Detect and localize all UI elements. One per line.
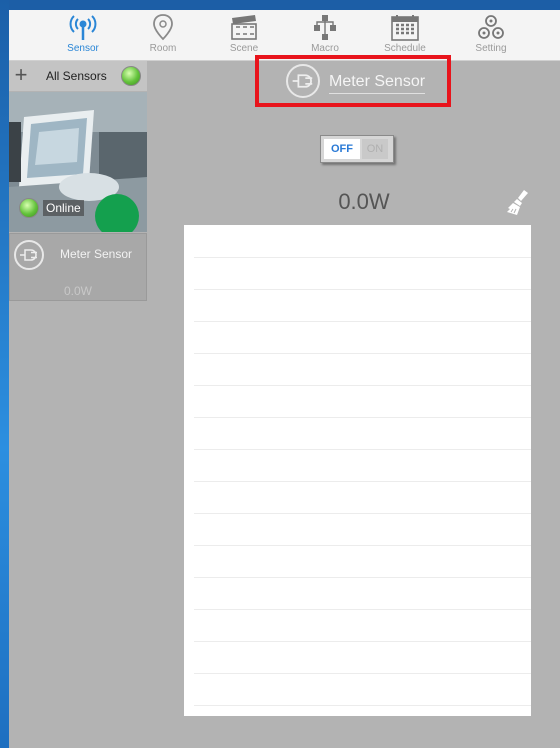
chart-gridline xyxy=(194,641,531,642)
app-window: Sensor Room Scene Macro Schedule Setting… xyxy=(9,10,560,748)
sensor-sidebar: + All Sensors Online Meter Sensor 0.0W xyxy=(9,61,147,301)
chart-gridline xyxy=(194,257,531,258)
clapperboard-icon xyxy=(231,15,257,40)
tab-setting-label: Setting xyxy=(475,43,507,54)
power-chart-area xyxy=(184,225,531,716)
chart-gridline xyxy=(194,513,531,514)
power-toggle-switch[interactable]: OFF ON xyxy=(320,135,394,163)
sensor-item-power: 0.0W xyxy=(63,284,92,298)
calendar-icon xyxy=(391,15,419,41)
flowchart-icon xyxy=(314,15,336,40)
tab-bar: Sensor Room Scene Macro Schedule Setting xyxy=(9,10,560,61)
plug-icon xyxy=(14,240,44,270)
chart-gridline xyxy=(194,577,531,578)
chart-gridline xyxy=(194,321,531,322)
screen-edge-top xyxy=(0,0,560,10)
chart-gridline xyxy=(194,385,531,386)
status-dot-icon xyxy=(121,66,141,86)
chart-gridline xyxy=(194,289,531,290)
all-sensors-label: All Sensors xyxy=(46,69,107,83)
tab-macro-label: Macro xyxy=(311,43,339,54)
toggle-off-label: OFF xyxy=(324,139,360,159)
chart-gridline xyxy=(194,417,531,418)
tab-sensor[interactable]: Sensor xyxy=(43,10,123,60)
chart-gridline xyxy=(194,449,531,450)
tab-room[interactable]: Room xyxy=(123,10,203,60)
chart-gridline xyxy=(194,705,531,706)
tab-room-label: Room xyxy=(149,43,177,54)
tab-schedule[interactable]: Schedule xyxy=(365,10,445,60)
chart-gridline xyxy=(194,545,531,546)
plug-icon xyxy=(286,64,320,98)
chart-gridline xyxy=(194,609,531,610)
radio-antenna-icon xyxy=(69,15,97,40)
chart-gridline xyxy=(194,353,531,354)
map-pin-icon xyxy=(153,14,173,41)
camera-status-label: Online xyxy=(43,200,84,216)
tab-scene-label: Scene xyxy=(229,43,259,54)
chart-gridline xyxy=(194,673,531,674)
sensor-list-item-meter[interactable]: Meter Sensor 0.0W xyxy=(9,233,147,301)
tab-schedule-label: Schedule xyxy=(384,43,426,54)
power-reading: 0.0W xyxy=(338,189,390,214)
brush-clear-icon[interactable] xyxy=(505,188,531,216)
chart-gridline xyxy=(194,481,531,482)
tab-sensor-label: Sensor xyxy=(67,43,99,54)
toggle-on-label: ON xyxy=(362,139,388,159)
screen-edge-left xyxy=(0,0,9,748)
sensor-item-name: Meter Sensor xyxy=(60,247,133,261)
camera-online-dot-icon xyxy=(19,198,39,218)
tab-setting[interactable]: Setting xyxy=(451,10,531,60)
tab-macro[interactable]: Macro xyxy=(285,10,365,60)
tab-scene[interactable]: Scene xyxy=(204,10,284,60)
add-sensor-button[interactable]: + xyxy=(11,64,31,86)
camera-preview[interactable]: Online xyxy=(9,92,147,232)
sensor-title[interactable]: Meter Sensor xyxy=(329,73,426,94)
all-sensors-row[interactable]: + All Sensors xyxy=(9,61,147,91)
gears-icon xyxy=(478,15,504,39)
